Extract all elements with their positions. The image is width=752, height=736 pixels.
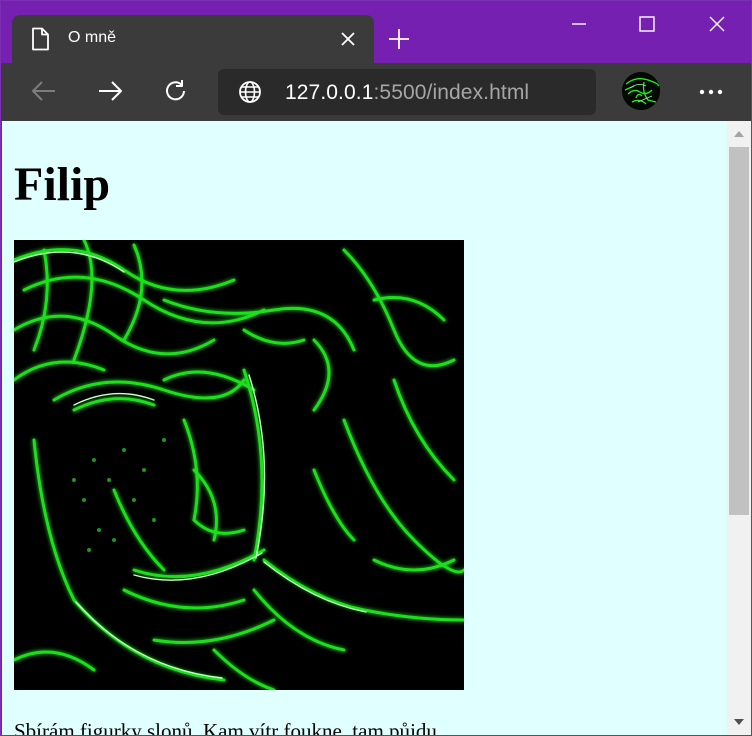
- about-paragraph: Sbírám figurky slonů. Kam vítr foukne, t…: [14, 719, 443, 736]
- url-path: :5500/index.html: [373, 81, 530, 104]
- page-viewport: Filip Sbírám figurky slonů. Kam vítr fou…: [2, 121, 727, 736]
- forward-arrow-icon[interactable]: [90, 73, 130, 109]
- more-options-icon[interactable]: [691, 75, 731, 109]
- back-arrow-icon[interactable]: [24, 73, 64, 109]
- address-bar[interactable]: 127.0.0.1:5500/index.html: [218, 69, 596, 115]
- scroll-down-arrow-icon[interactable]: [727, 713, 751, 731]
- document-icon: [30, 27, 50, 51]
- new-tab-plus-icon[interactable]: [385, 25, 413, 53]
- page-heading: Filip: [14, 158, 111, 211]
- tab-close-icon[interactable]: [336, 27, 360, 51]
- globe-icon: [238, 80, 262, 104]
- refresh-icon[interactable]: [156, 73, 196, 109]
- scroll-thumb[interactable]: [729, 147, 749, 515]
- browser-window: O mně 127.0.0.1:5500/index.html Filip Sb…: [0, 0, 752, 736]
- browser-toolbar: 127.0.0.1:5500/index.html: [1, 63, 751, 121]
- minimize-icon[interactable]: [545, 1, 613, 47]
- url-text: 127.0.0.1:5500/index.html: [285, 81, 529, 105]
- title-bar: O mně: [1, 1, 751, 63]
- maximize-icon[interactable]: [613, 1, 681, 47]
- portrait-image: [12, 238, 466, 692]
- vertical-scrollbar[interactable]: [727, 121, 751, 735]
- scroll-up-arrow-icon[interactable]: [727, 125, 751, 143]
- url-host: 127.0.0.1: [285, 81, 374, 104]
- tab-o-mne[interactable]: O mně: [12, 15, 374, 63]
- window-close-icon[interactable]: [683, 1, 751, 47]
- profile-avatar[interactable]: [622, 72, 660, 110]
- tab-title: O mně: [68, 29, 117, 46]
